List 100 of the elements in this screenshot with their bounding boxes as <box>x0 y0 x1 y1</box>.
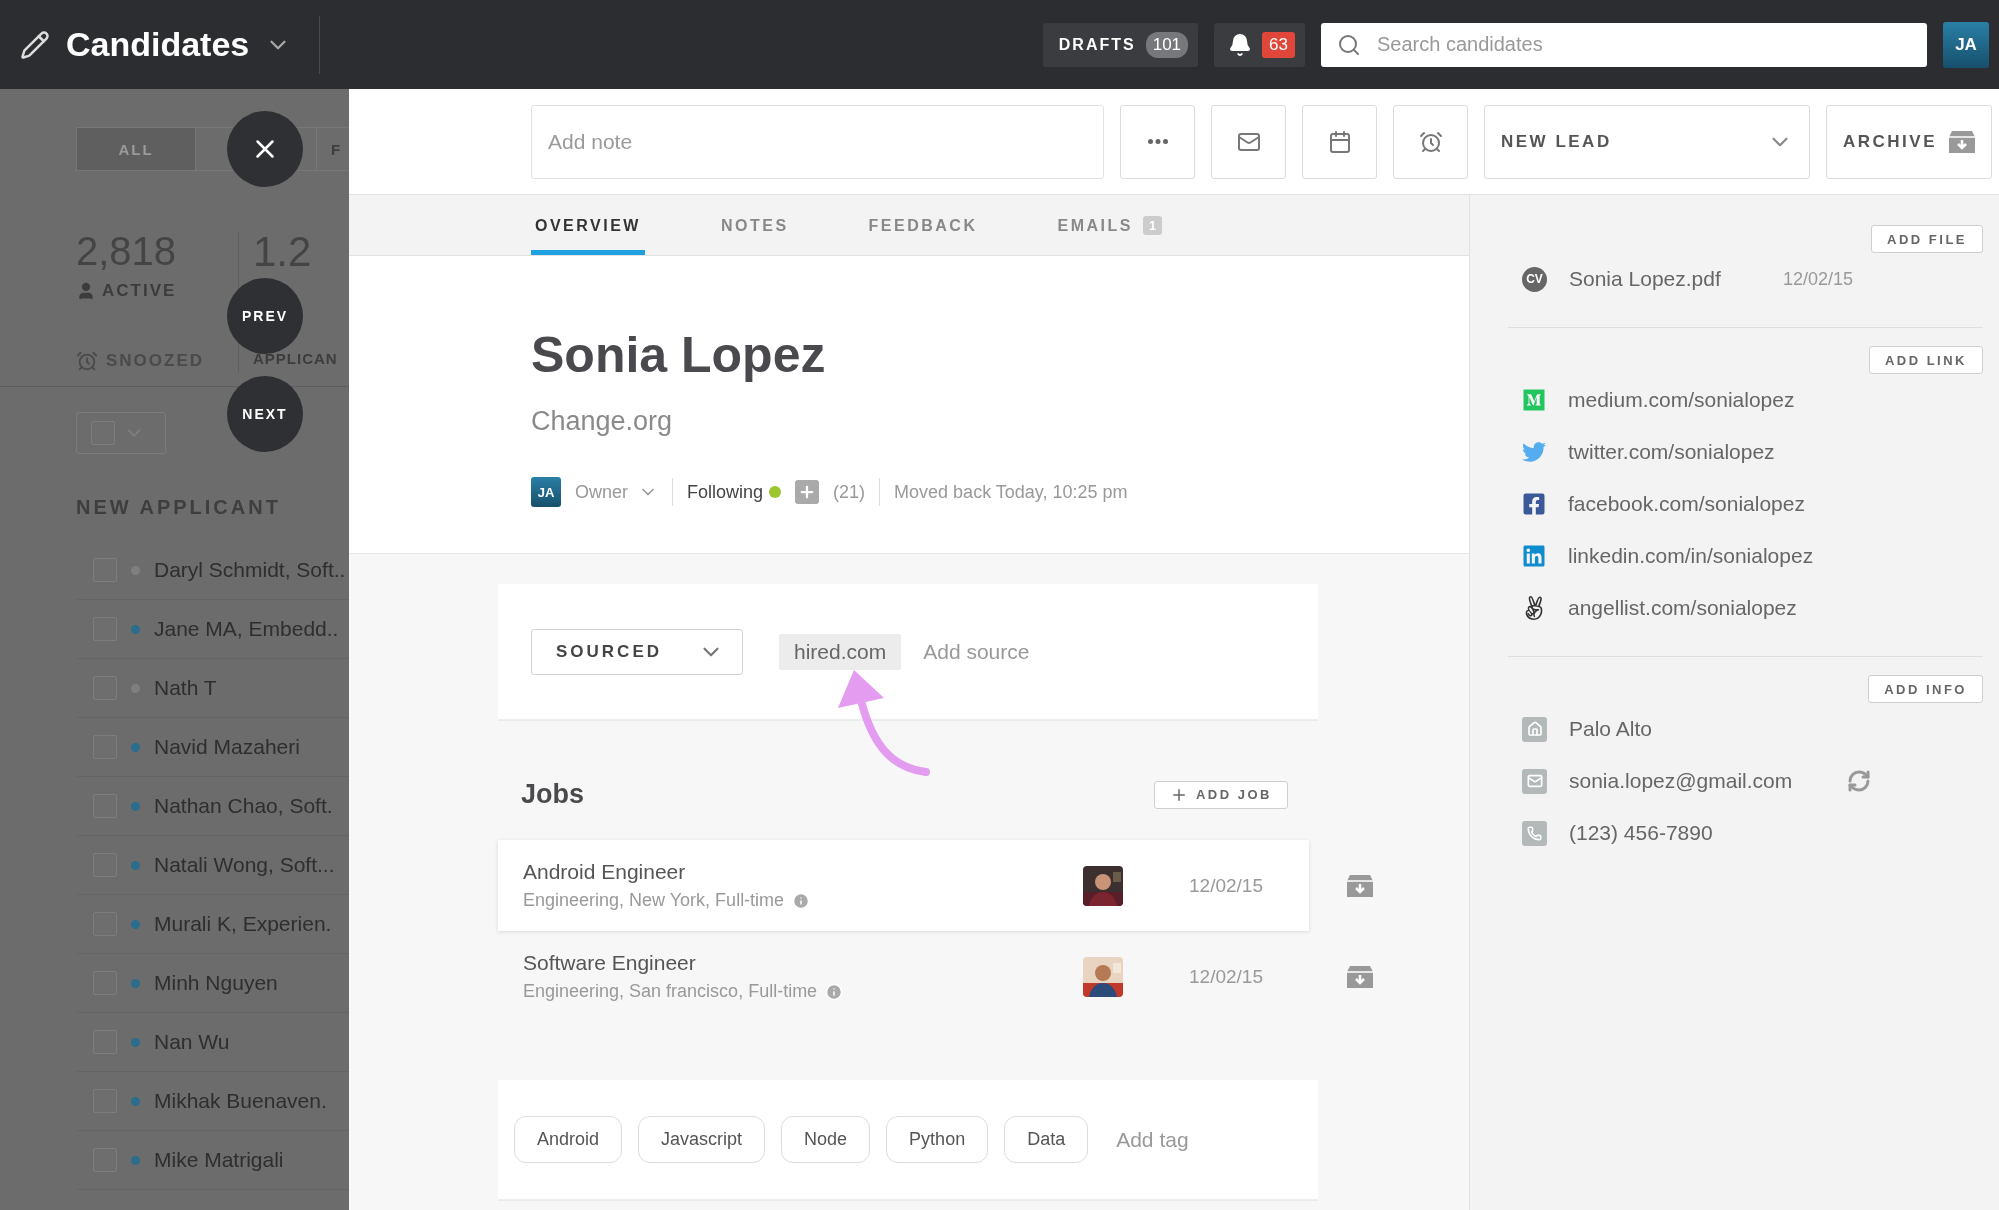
alarm-clock-icon <box>76 350 98 372</box>
person-icon <box>76 281 96 301</box>
pencil-icon <box>20 29 50 60</box>
skill-tag[interactable]: Android <box>514 1116 623 1163</box>
applicant-name: Natali Wong, Soft... <box>154 853 335 877</box>
owner-dropdown[interactable]: Owner <box>575 481 658 503</box>
refresh-icon[interactable] <box>1847 769 1871 793</box>
info-icon[interactable] <box>792 891 811 910</box>
profile-link[interactable]: twitter.com/sonialopez <box>1568 440 1775 464</box>
calendar-button[interactable] <box>1302 104 1377 179</box>
archive-icon <box>1949 129 1975 154</box>
archive-icon <box>1347 873 1373 898</box>
add-file-button[interactable]: ADD FILE <box>1871 225 1983 253</box>
profile-link[interactable]: medium.com/sonialopez <box>1568 388 1795 412</box>
profile-link[interactable]: facebook.com/sonialopez <box>1568 492 1805 516</box>
applicant-name: Jane MA, Embedd.. <box>154 617 339 641</box>
prev-button[interactable]: PREV <box>227 278 303 354</box>
add-info-button[interactable]: ADD INFO <box>1868 675 1983 703</box>
skill-tag[interactable]: Python <box>886 1116 989 1163</box>
snooze-button[interactable] <box>1393 104 1468 179</box>
applicant-name: Daryl Schmidt, Soft.. <box>154 558 346 582</box>
applicant-name: Murali K, Experien. <box>154 912 332 936</box>
linkedin-icon <box>1522 544 1546 568</box>
applicant-row[interactable]: Mike Matrigali <box>76 1131 349 1190</box>
source-field[interactable]: Add source <box>921 638 1122 665</box>
tab[interactable]: FEEDBACK <box>864 195 982 255</box>
source-tag: hired.com <box>779 633 902 670</box>
applicant-row[interactable]: Natali Wong, Soft... <box>76 836 349 895</box>
following-label[interactable]: Following <box>687 481 764 503</box>
applicant-name: Mikhak Buenaven. <box>154 1089 327 1113</box>
note-field[interactable]: Add note <box>531 104 1104 179</box>
applicant-row[interactable]: Nathan Chao, Soft. <box>76 777 349 836</box>
ellipsis-icon <box>1147 139 1168 144</box>
owner-avatar: JA <box>531 477 561 507</box>
alarm-clock-icon <box>1418 129 1443 154</box>
job-row[interactable]: Android Engineer Engineering, New York, Full-time 12/02/15 <box>498 840 1309 931</box>
applicant-name: Navid Mazaheri <box>154 735 300 759</box>
applicant-name: Mike Matrigali <box>154 1148 284 1172</box>
phone-icon <box>1522 820 1547 846</box>
app-title: Candidates <box>66 25 250 64</box>
home-icon <box>1522 716 1547 742</box>
add-job-button[interactable]: ADD JOB <box>1154 780 1288 809</box>
archive-button[interactable]: ARCHIVE <box>1826 104 1992 179</box>
moved-status: Moved back Today, 10:25 pm <box>894 481 1128 503</box>
contact-info: Palo Alto <box>1569 717 1652 741</box>
stage-dropdown[interactable]: NEW LEAD <box>1484 104 1810 179</box>
applicant-row[interactable]: Daryl Schmidt, Soft.. <box>76 541 349 600</box>
search-icon <box>1337 32 1361 57</box>
profile-link[interactable]: angellist.com/sonialopez <box>1568 596 1797 620</box>
applicant-row[interactable]: Nath T <box>76 659 349 718</box>
next-button[interactable]: NEXT <box>227 376 303 452</box>
job-title: Software Engineer <box>523 951 697 975</box>
notification-count: 63 <box>1262 31 1295 58</box>
add-follower-button[interactable] <box>795 480 820 504</box>
job-date: 12/02/15 <box>1188 874 1263 897</box>
more-button[interactable] <box>1120 104 1195 179</box>
mail-icon <box>1522 768 1547 794</box>
tag-field[interactable]: Add tag <box>1114 1126 1315 1153</box>
profile-link[interactable]: linkedin.com/in/sonialopez <box>1568 544 1814 568</box>
job-details: Engineering, San francisco, Full-time <box>523 981 818 1002</box>
source-dropdown[interactable]: SOURCED <box>531 628 743 675</box>
file-link[interactable]: Sonia Lopez.pdf <box>1569 267 1721 291</box>
facebook-icon <box>1522 492 1546 516</box>
applicant-name: Minh Nguyen <box>154 971 278 995</box>
follower-count: (21) <box>833 481 866 503</box>
applicant-row[interactable]: Navid Mazaheri <box>76 718 349 777</box>
status-dot <box>769 486 782 498</box>
tab[interactable]: NOTES <box>716 195 793 255</box>
candidate-name: Sonia Lopez <box>531 326 827 384</box>
skill-tag[interactable]: Data <box>1004 1116 1089 1163</box>
applicant-row[interactable]: Minh Nguyen <box>76 954 349 1013</box>
add-link-button[interactable]: ADD LINK <box>1868 346 1983 374</box>
file-date: 12/02/15 <box>1782 268 1853 290</box>
company-name: Change.org <box>531 406 674 437</box>
notifications-button[interactable]: 63 <box>1214 22 1305 67</box>
bell-icon <box>1228 32 1253 57</box>
search-field[interactable]: Search candidates <box>1321 22 1927 67</box>
user-avatar[interactable]: JA <box>1943 21 1989 68</box>
section-title: Jobs <box>521 779 585 810</box>
job-details: Engineering, New York, Full-time <box>523 890 785 911</box>
job-row[interactable]: Software Engineer Engineering, San francisco, Full-time 12/02/15 <box>498 931 1309 1022</box>
applicant-name: Nathan Chao, Soft. <box>154 794 333 818</box>
calendar-icon <box>1327 129 1352 154</box>
applicant-row[interactable]: Jane MA, Embedd.. <box>76 600 349 659</box>
job-title: Android Engineer <box>523 860 687 884</box>
skill-tag[interactable]: Node <box>781 1116 871 1163</box>
drafts-count: 101 <box>1145 31 1189 58</box>
email-button[interactable] <box>1211 104 1286 179</box>
applicant-name: Nan Wu <box>154 1030 230 1054</box>
contact-info: sonia.lopez@gmail.com <box>1569 769 1793 793</box>
medium-icon <box>1522 388 1546 412</box>
applicant-row[interactable]: Nan Wu <box>76 1013 349 1072</box>
contact-info: (123) 456-7890 <box>1569 821 1713 845</box>
bird-icon <box>1522 440 1546 464</box>
file-type-badge: CV <box>1522 266 1547 292</box>
applicant-row[interactable]: Mikhak Buenaven. <box>76 1072 349 1131</box>
info-icon[interactable] <box>825 982 844 1001</box>
applicant-row[interactable]: Murali K, Experien. <box>76 895 349 954</box>
skill-tag[interactable]: Javascript <box>638 1116 766 1163</box>
drafts-button[interactable]: DRAFTS 101 <box>1042 22 1199 67</box>
